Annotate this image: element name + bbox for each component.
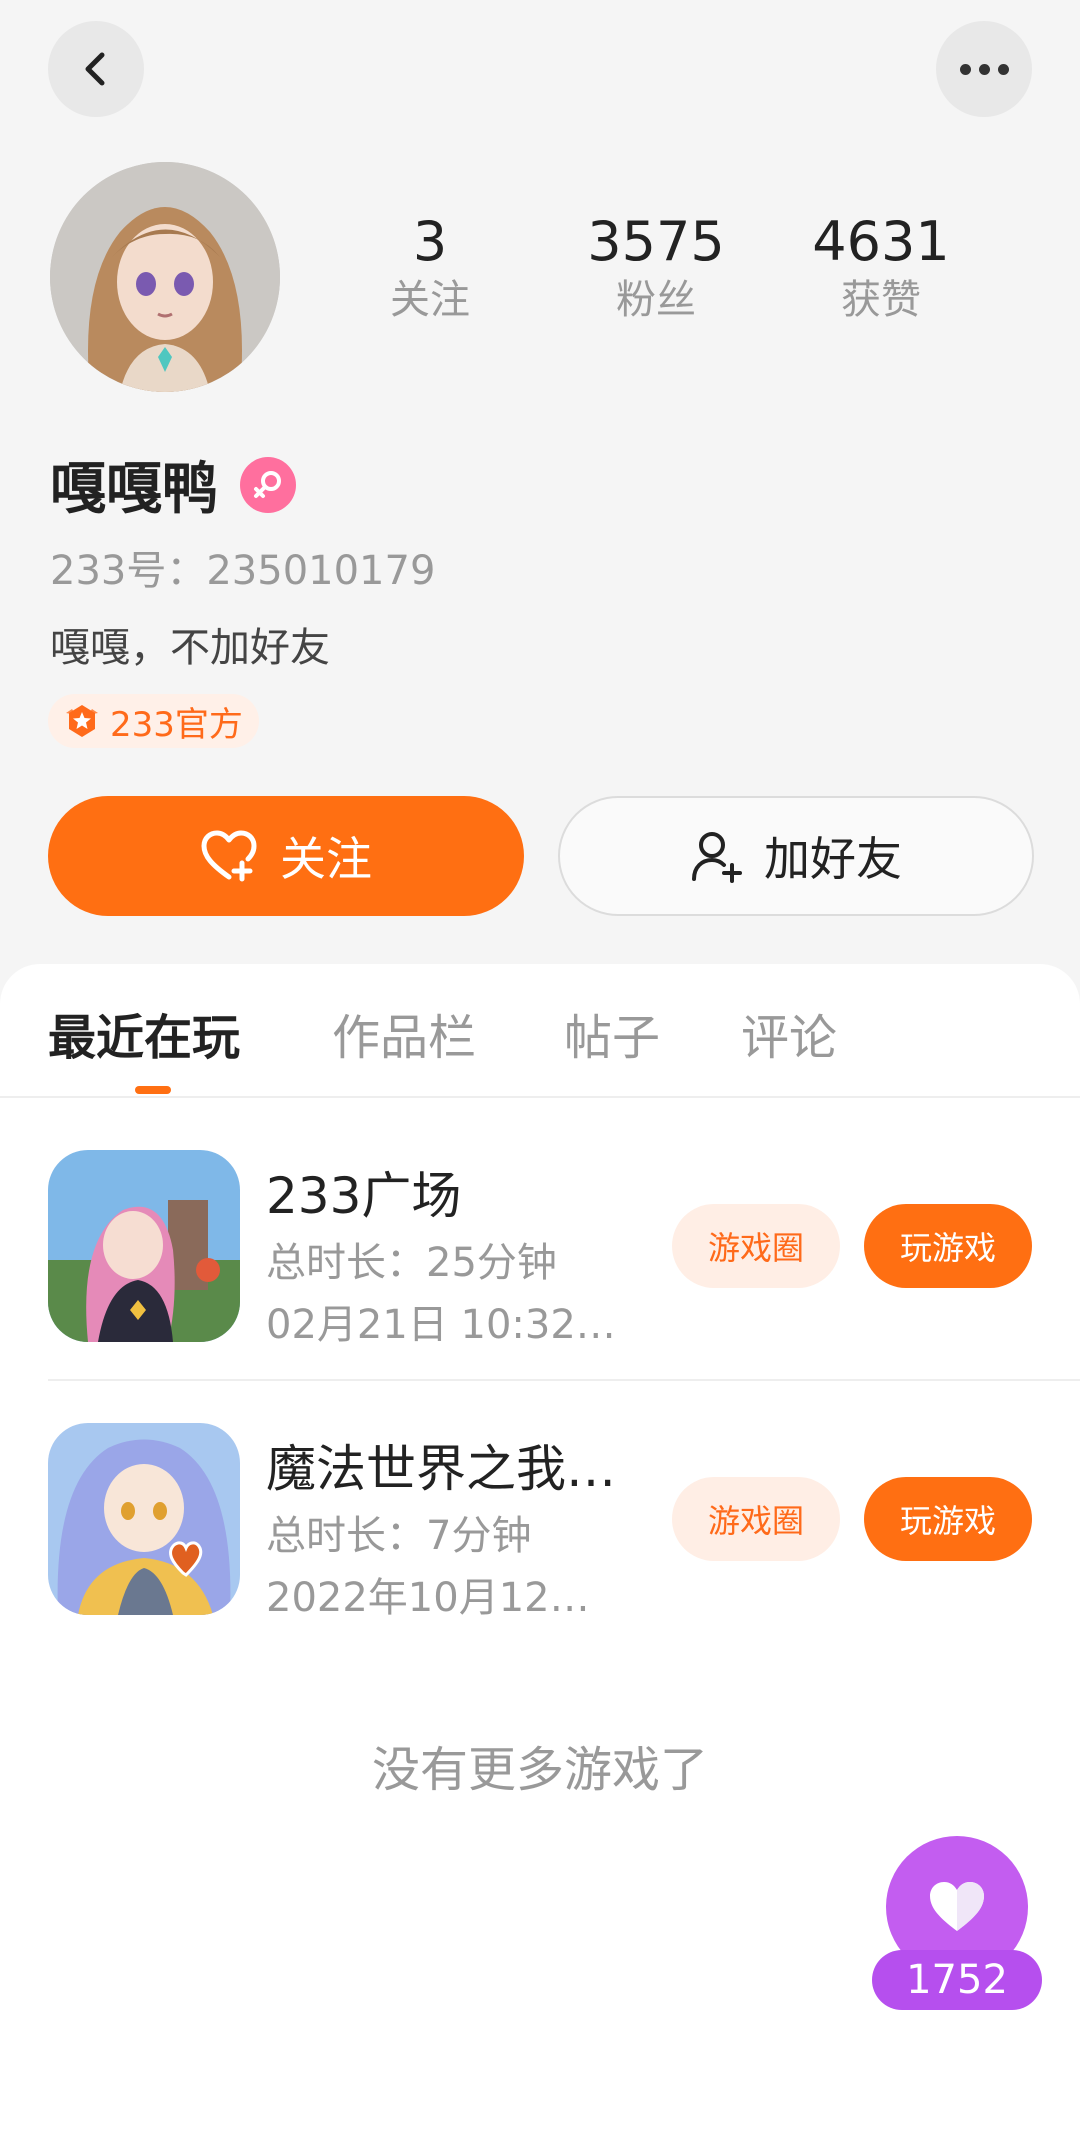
stat-value: 4631 [812, 210, 950, 273]
tab-works[interactable]: 作品栏 [332, 998, 476, 1068]
game-last-played: 2022年10月12… [266, 1575, 590, 1621]
back-button[interactable] [48, 21, 144, 117]
stat-label: 获赞 [841, 277, 921, 323]
tab-posts[interactable]: 帖子 [564, 998, 660, 1068]
game-circle-button[interactable]: 游戏圈 [672, 1477, 840, 1561]
heart-plus-icon [201, 830, 257, 882]
user-name: 嘎嘎鸭 [50, 457, 218, 522]
stat-value: 3575 [587, 210, 725, 273]
more-button[interactable] [936, 21, 1032, 117]
official-badge-label: 233官方 [110, 704, 243, 745]
tab-bar: 最近在玩 作品栏 帖子 评论 [0, 964, 1080, 1098]
game-circle-button[interactable]: 游戏圈 [672, 1204, 840, 1288]
game-last-played: 02月21日 10:32… [266, 1302, 616, 1348]
game-title: 魔法世界之我… [266, 1440, 616, 1498]
female-icon [240, 456, 296, 513]
heart-icon [930, 1882, 984, 1931]
follow-label: 关注 [280, 832, 372, 886]
game-row[interactable]: 魔法世界之我… 总时长：7分钟 2022年10月12… 游戏圈 玩游戏 [48, 1423, 1032, 1623]
game-duration: 总时长：7分钟 [266, 1513, 532, 1559]
user-bio: 嘎嘎，不加好友 [50, 625, 330, 671]
stat-label: 关注 [390, 277, 470, 323]
row-divider [48, 1379, 1080, 1381]
stat-fans[interactable]: 3575 粉丝 [556, 212, 756, 328]
user-id: 233号：235010179 [50, 548, 436, 594]
official-badge-icon [66, 705, 98, 737]
stat-label: 粉丝 [616, 277, 696, 323]
add-user-icon [692, 832, 742, 883]
add-friend-button[interactable]: 加好友 [558, 796, 1034, 916]
tab-indicator [135, 1086, 171, 1094]
stat-following[interactable]: 3 关注 [330, 212, 530, 328]
no-more-games-text: 没有更多游戏了 [371, 1742, 708, 1798]
chevron-left-icon [85, 52, 105, 86]
tab-comments[interactable]: 评论 [741, 998, 837, 1068]
official-badge: 233官方 [48, 694, 259, 748]
name-row: 嘎嘎鸭 [50, 444, 296, 525]
like-count: 1752 [872, 1950, 1042, 2010]
game-icon [48, 1423, 240, 1615]
game-duration: 总时长：25分钟 [266, 1240, 557, 1286]
add-friend-label: 加好友 [764, 832, 902, 886]
follow-button[interactable]: 关注 [48, 796, 524, 916]
avatar[interactable] [50, 162, 280, 392]
play-game-button[interactable]: 玩游戏 [864, 1204, 1032, 1288]
game-row[interactable]: 233广场 总时长：25分钟 02月21日 10:32… 游戏圈 玩游戏 [48, 1150, 1032, 1350]
stat-likes[interactable]: 4631 获赞 [781, 212, 981, 328]
tab-recent-play[interactable]: 最近在玩 [48, 998, 240, 1068]
game-icon [48, 1150, 240, 1342]
stat-value: 3 [412, 210, 448, 273]
more-dots-icon [959, 63, 1009, 75]
play-game-button[interactable]: 玩游戏 [864, 1477, 1032, 1561]
game-title: 233广场 [266, 1167, 462, 1225]
